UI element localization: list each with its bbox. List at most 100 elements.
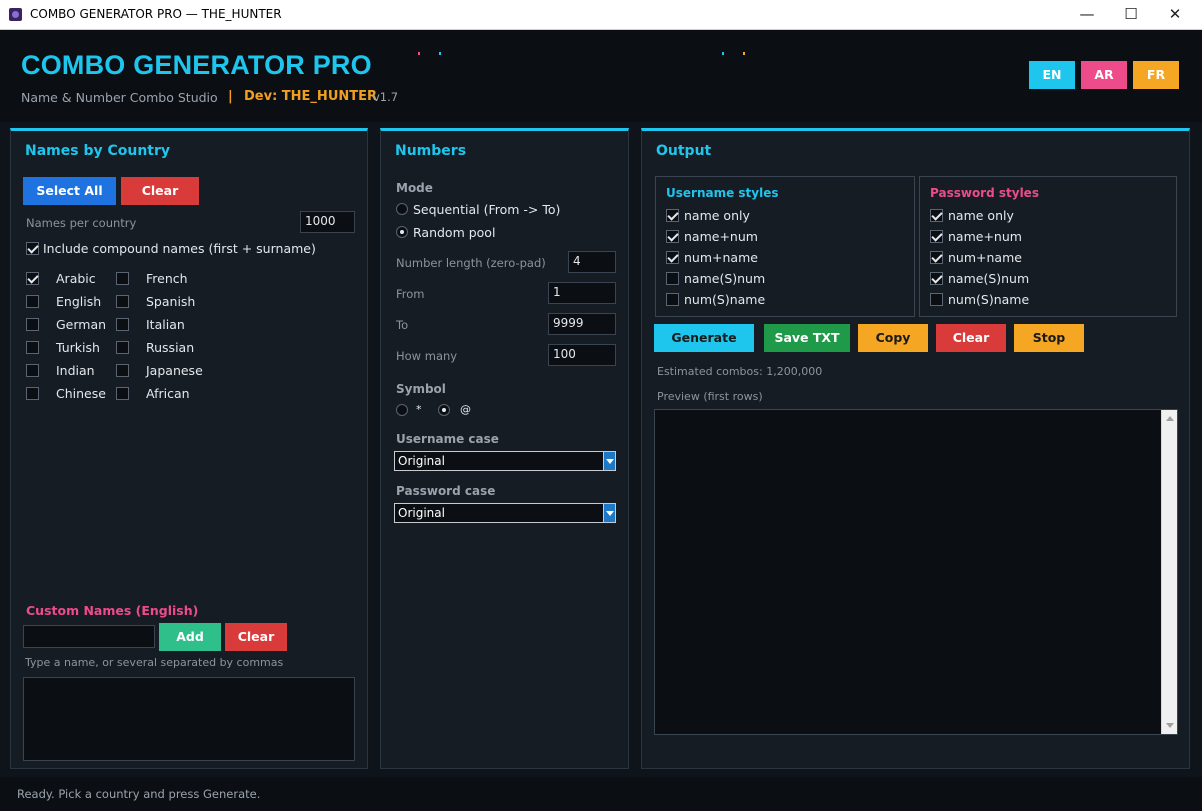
compound-names-label: Include compound names (first + surname) (43, 241, 316, 256)
username-case-select[interactable]: Original (394, 451, 616, 471)
scroll-up-icon[interactable] (1166, 416, 1174, 421)
names-panel-title: Names by Country (25, 143, 171, 159)
save-txt-button[interactable]: Save TXT (764, 324, 850, 352)
password-styles-group: Password styles name only name+num num+nam… (919, 176, 1177, 317)
numbers-panel: Numbers Mode Sequential (From -> To) Ran… (380, 128, 629, 769)
how-many-input[interactable]: 100 (548, 344, 616, 366)
per-country-label: Names per country (26, 216, 137, 230)
country-japanese-checkbox[interactable] (116, 364, 129, 377)
version-label: v1.7 (373, 90, 399, 104)
country-spanish-checkbox[interactable] (116, 295, 129, 308)
how-many-label: How many (396, 349, 458, 363)
copy-button[interactable]: Copy (858, 324, 928, 352)
clear-countries-button[interactable]: Clear (121, 177, 199, 205)
select-all-button[interactable]: Select All (23, 177, 116, 205)
scroll-down-icon[interactable] (1166, 723, 1174, 728)
username-style-label: name only (684, 208, 750, 223)
password-style-label: name+num (948, 229, 1022, 244)
country-chinese-label: Chinese (56, 386, 106, 401)
symbol-label: Symbol (396, 382, 446, 396)
country-russian-checkbox[interactable] (116, 341, 129, 354)
symbol-at-label: @ (460, 403, 471, 416)
estimated-combos: Estimated combos: 1,200,000 (657, 365, 823, 378)
country-chinese-checkbox[interactable] (26, 387, 39, 400)
password-style-checkbox[interactable] (930, 230, 943, 243)
username-styles-title: Username styles (666, 186, 779, 200)
country-italian-checkbox[interactable] (116, 318, 129, 331)
chevron-down-icon (603, 452, 615, 470)
preview-textarea[interactable] (654, 409, 1178, 735)
symbol-star-radio[interactable] (396, 404, 408, 416)
status-text: Ready. Pick a country and press Generate… (17, 787, 261, 801)
password-style-label: num(S)name (948, 292, 1030, 307)
app-subtitle: Name & Number Combo Studio (21, 90, 218, 105)
country-russian-label: Russian (146, 340, 195, 355)
language-en-button[interactable]: EN (1029, 61, 1075, 89)
close-button[interactable]: ✕ (1152, 0, 1198, 30)
preview-scrollbar[interactable] (1161, 410, 1177, 734)
maximize-button[interactable]: ☐ (1108, 0, 1154, 30)
username-style-checkbox[interactable] (666, 293, 679, 306)
country-indian-checkbox[interactable] (26, 364, 39, 377)
to-input[interactable]: 9999 (548, 313, 616, 335)
password-style-checkbox[interactable] (930, 209, 943, 222)
country-german-checkbox[interactable] (26, 318, 39, 331)
from-input[interactable]: 1 (548, 282, 616, 304)
decorative-dot (439, 52, 441, 55)
custom-name-input[interactable] (23, 625, 155, 648)
add-name-button[interactable]: Add (159, 623, 221, 651)
symbol-at-radio[interactable] (438, 404, 450, 416)
window-title: COMBO GENERATOR PRO — THE_HUNTER (30, 7, 282, 21)
password-style-checkbox[interactable] (930, 272, 943, 285)
country-spanish-label: Spanish (146, 294, 196, 309)
username-style-checkbox[interactable] (666, 251, 679, 264)
minimize-button[interactable]: — (1064, 0, 1110, 30)
decorative-dot (743, 52, 745, 55)
mode-random-label: Random pool (413, 225, 496, 240)
numbers-panel-title: Numbers (395, 143, 467, 159)
username-style-checkbox[interactable] (666, 230, 679, 243)
clear-custom-button[interactable]: Clear (225, 623, 287, 651)
password-style-checkbox[interactable] (930, 251, 943, 264)
country-french-label: French (146, 271, 188, 286)
length-label: Number length (zero-pad) (396, 256, 546, 270)
app-icon (9, 8, 22, 21)
developer-label: Dev: THE_HUNTER (244, 89, 378, 104)
username-style-label: name(S)num (684, 271, 766, 286)
mode-sequential-radio[interactable] (396, 203, 408, 215)
stop-button[interactable]: Stop (1014, 324, 1084, 352)
output-panel: Output Username styles name only name+num… (641, 128, 1190, 769)
username-style-label: name+num (684, 229, 758, 244)
clear-button[interactable]: Clear (936, 324, 1006, 352)
country-african-checkbox[interactable] (116, 387, 129, 400)
username-style-label: num(S)name (684, 292, 766, 307)
custom-names-textarea[interactable] (23, 677, 355, 761)
language-fr-button[interactable]: FR (1133, 61, 1179, 89)
mode-label: Mode (396, 181, 433, 195)
per-country-input[interactable]: 1000 (300, 211, 355, 233)
from-label: From (396, 287, 425, 301)
username-style-checkbox[interactable] (666, 272, 679, 285)
country-english-label: English (56, 294, 102, 309)
length-input[interactable]: 4 (568, 251, 616, 273)
password-case-label: Password case (396, 484, 496, 498)
country-arabic-checkbox[interactable] (26, 272, 39, 285)
password-style-checkbox[interactable] (930, 293, 943, 306)
compound-names-checkbox[interactable] (26, 242, 39, 255)
username-style-checkbox[interactable] (666, 209, 679, 222)
password-case-value: Original (398, 506, 445, 520)
username-case-label: Username case (396, 432, 499, 446)
names-panel: Names by Country Select All Clear Names … (10, 128, 368, 769)
password-case-select[interactable]: Original (394, 503, 616, 523)
country-french-checkbox[interactable] (116, 272, 129, 285)
generate-button[interactable]: Generate (654, 324, 754, 352)
username-case-value: Original (398, 454, 445, 468)
password-styles-title: Password styles (930, 186, 1039, 200)
mode-random-radio[interactable] (396, 226, 408, 238)
language-ar-button[interactable]: AR (1081, 61, 1127, 89)
header-separator: | (228, 89, 233, 104)
window-titlebar: COMBO GENERATOR PRO — THE_HUNTER — ☐ ✕ (0, 0, 1202, 30)
to-label: To (396, 318, 409, 332)
country-english-checkbox[interactable] (26, 295, 39, 308)
country-turkish-checkbox[interactable] (26, 341, 39, 354)
